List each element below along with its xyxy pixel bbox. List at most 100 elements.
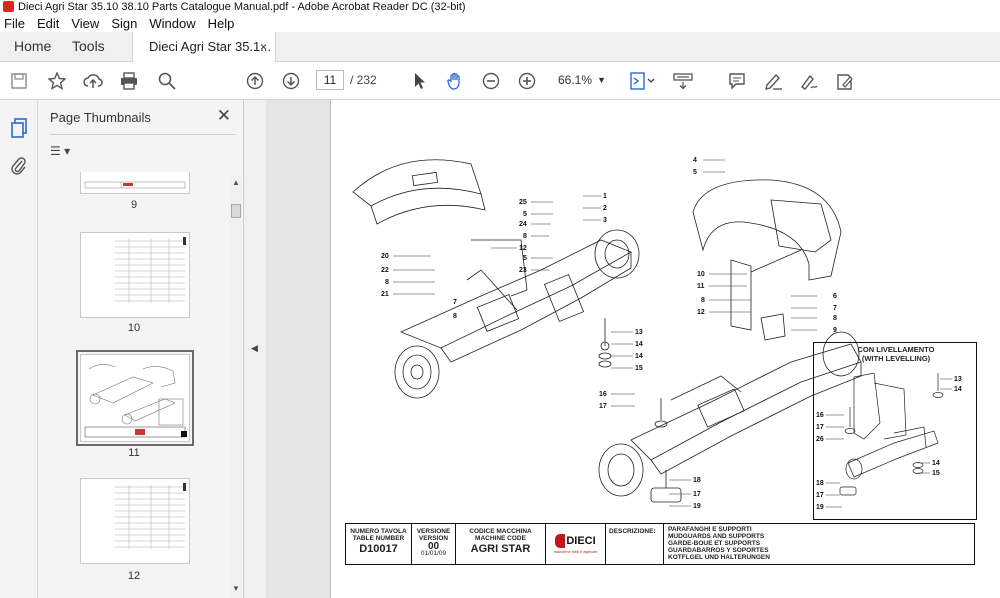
callout-label: 12: [519, 245, 527, 252]
page-thumbnails-icon[interactable]: [8, 118, 30, 140]
table-number-label: NUMERO TAVOLA TABLE NUMBER: [350, 528, 407, 542]
callout-label: 21: [381, 291, 389, 298]
callout-label: 16: [599, 391, 607, 398]
thumbnail-label: 9: [130, 199, 138, 211]
description-line: KOTFLGEL UND HALTERUNGEN: [668, 554, 770, 561]
callout-label: 8: [453, 313, 457, 320]
chevron-down-icon: ▼: [597, 75, 606, 85]
scroll-down-icon[interactable]: ▼: [232, 584, 240, 593]
left-navigation-rail: [0, 100, 38, 598]
callout-label: 26: [816, 436, 824, 443]
callout-label: 14: [954, 386, 962, 393]
sign-icon[interactable]: [798, 70, 820, 92]
description-line: GUARDABARROS Y SOPORTES: [668, 547, 769, 554]
machine-code-label: CODICE MACCHINA MACHINE CODE: [469, 528, 532, 542]
callout-label: 13: [954, 376, 962, 383]
callout-label: 13: [635, 329, 643, 336]
document-viewer[interactable]: 25 5 24 8 5 23 20 22 8 21 7 8 1 2 3 12 1…: [266, 100, 1000, 598]
description-line: GARDE-BOUE ET SUPPORTS: [668, 540, 761, 547]
menu-file[interactable]: File: [4, 16, 25, 31]
brand-cell: DIECI macchine edili e agricole: [546, 524, 606, 564]
menu-view[interactable]: View: [71, 16, 99, 31]
callout-label: 15: [932, 470, 940, 477]
collapse-panel-handle[interactable]: ◀: [244, 100, 266, 598]
description-label: DESCRIZIONE:: [606, 524, 664, 564]
menu-edit[interactable]: Edit: [37, 16, 59, 31]
table-number-cell: NUMERO TAVOLA TABLE NUMBER D10017: [346, 524, 412, 564]
callout-label: 17: [599, 403, 607, 410]
thumbnail-page-10[interactable]: [80, 232, 190, 318]
fill-sign-icon[interactable]: [834, 70, 856, 92]
thumbnail-page-11[interactable]: [76, 350, 194, 446]
tab-tools[interactable]: Tools: [72, 38, 105, 54]
hand-tool-icon[interactable]: [444, 70, 466, 92]
callout-label: 9: [833, 327, 837, 334]
thumbnail-scrollbar[interactable]: ▲ ▼: [230, 178, 242, 598]
thumbnail-page-9[interactable]: [80, 172, 190, 194]
version-cell: VERSIONE VERSION 00 01/01/09: [412, 524, 456, 564]
callout-label: 20: [381, 253, 389, 260]
tab-close-icon[interactable]: ×: [260, 32, 267, 62]
callout-label: 17: [816, 492, 824, 499]
window-title: Dieci Agri Star 35.10 38.10 Parts Catalo…: [18, 1, 466, 13]
next-page-icon[interactable]: [280, 70, 302, 92]
read-mode-icon[interactable]: [672, 70, 694, 92]
tab-document[interactable]: Dieci Agri Star 35.1... ×: [132, 32, 276, 62]
thumbnail-page-12[interactable]: [80, 478, 190, 564]
callout-label: 8: [833, 315, 837, 322]
panel-divider: [50, 134, 236, 135]
zoom-dropdown[interactable]: 66.1% ▼: [552, 70, 610, 90]
callout-label: 1: [603, 193, 607, 200]
select-cursor-icon[interactable]: [408, 70, 430, 92]
scroll-up-icon[interactable]: ▲: [232, 178, 240, 187]
table-number: D10017: [359, 543, 398, 555]
print-icon[interactable]: [118, 70, 140, 92]
zoom-in-icon[interactable]: [516, 70, 538, 92]
callout-label: 3: [603, 217, 607, 224]
dieci-logo-mark: [555, 534, 566, 548]
callout-label: 14: [635, 341, 643, 348]
drawing-title-block: NUMERO TAVOLA TABLE NUMBER D10017 VERSIO…: [345, 523, 975, 565]
tab-home[interactable]: Home: [14, 38, 51, 54]
menu-window[interactable]: Window: [149, 16, 195, 31]
callout-label: 7: [453, 299, 457, 306]
chevron-left-icon: ◀: [251, 343, 258, 353]
callout-label: 18: [693, 477, 701, 484]
menu-sign[interactable]: Sign: [111, 16, 137, 31]
callout-label: 19: [693, 503, 701, 510]
thumbnail-options-button[interactable]: ☰ ▾: [50, 144, 70, 158]
acrobat-app-icon: [3, 1, 14, 12]
scrollbar-thumb[interactable]: [231, 204, 241, 218]
page-number-input[interactable]: 11: [316, 70, 344, 90]
search-icon[interactable]: [156, 70, 178, 92]
callout-label: 12: [697, 309, 705, 316]
callout-label: 10: [697, 271, 705, 278]
close-icon[interactable]: ✕: [217, 106, 231, 126]
page-total: / 232: [350, 73, 377, 87]
callout-label: 22: [381, 267, 389, 274]
callout-label: 18: [816, 480, 824, 487]
machine-code: AGRI STAR: [470, 543, 531, 555]
upload-cloud-icon[interactable]: [82, 70, 104, 92]
comment-icon[interactable]: [726, 70, 748, 92]
callout-label: 4: [693, 157, 697, 164]
callout-label: 16: [816, 412, 824, 419]
description-line: MUDGUARDS AND SUPPORTS: [668, 533, 765, 540]
menu-help[interactable]: Help: [208, 16, 235, 31]
zoom-value: 66.1%: [558, 73, 593, 87]
main-toolbar: [0, 62, 1000, 100]
attachments-icon[interactable]: [8, 156, 30, 178]
previous-page-icon[interactable]: [244, 70, 266, 92]
callout-label: 11: [697, 283, 705, 290]
highlight-pen-icon[interactable]: [762, 70, 784, 92]
callout-label: 17: [816, 424, 824, 431]
version-date: 01/01/09: [420, 550, 447, 557]
page-display-icon[interactable]: [628, 70, 658, 92]
version-value: 00: [427, 541, 440, 552]
thumbnail-label: 11: [128, 447, 140, 459]
zoom-out-icon[interactable]: [480, 70, 502, 92]
window-title-bar: Dieci Agri Star 35.10 38.10 Parts Catalo…: [0, 0, 1000, 14]
callout-label: 14: [635, 353, 643, 360]
save-icon[interactable]: [8, 70, 30, 92]
bookmark-star-icon[interactable]: [46, 70, 68, 92]
